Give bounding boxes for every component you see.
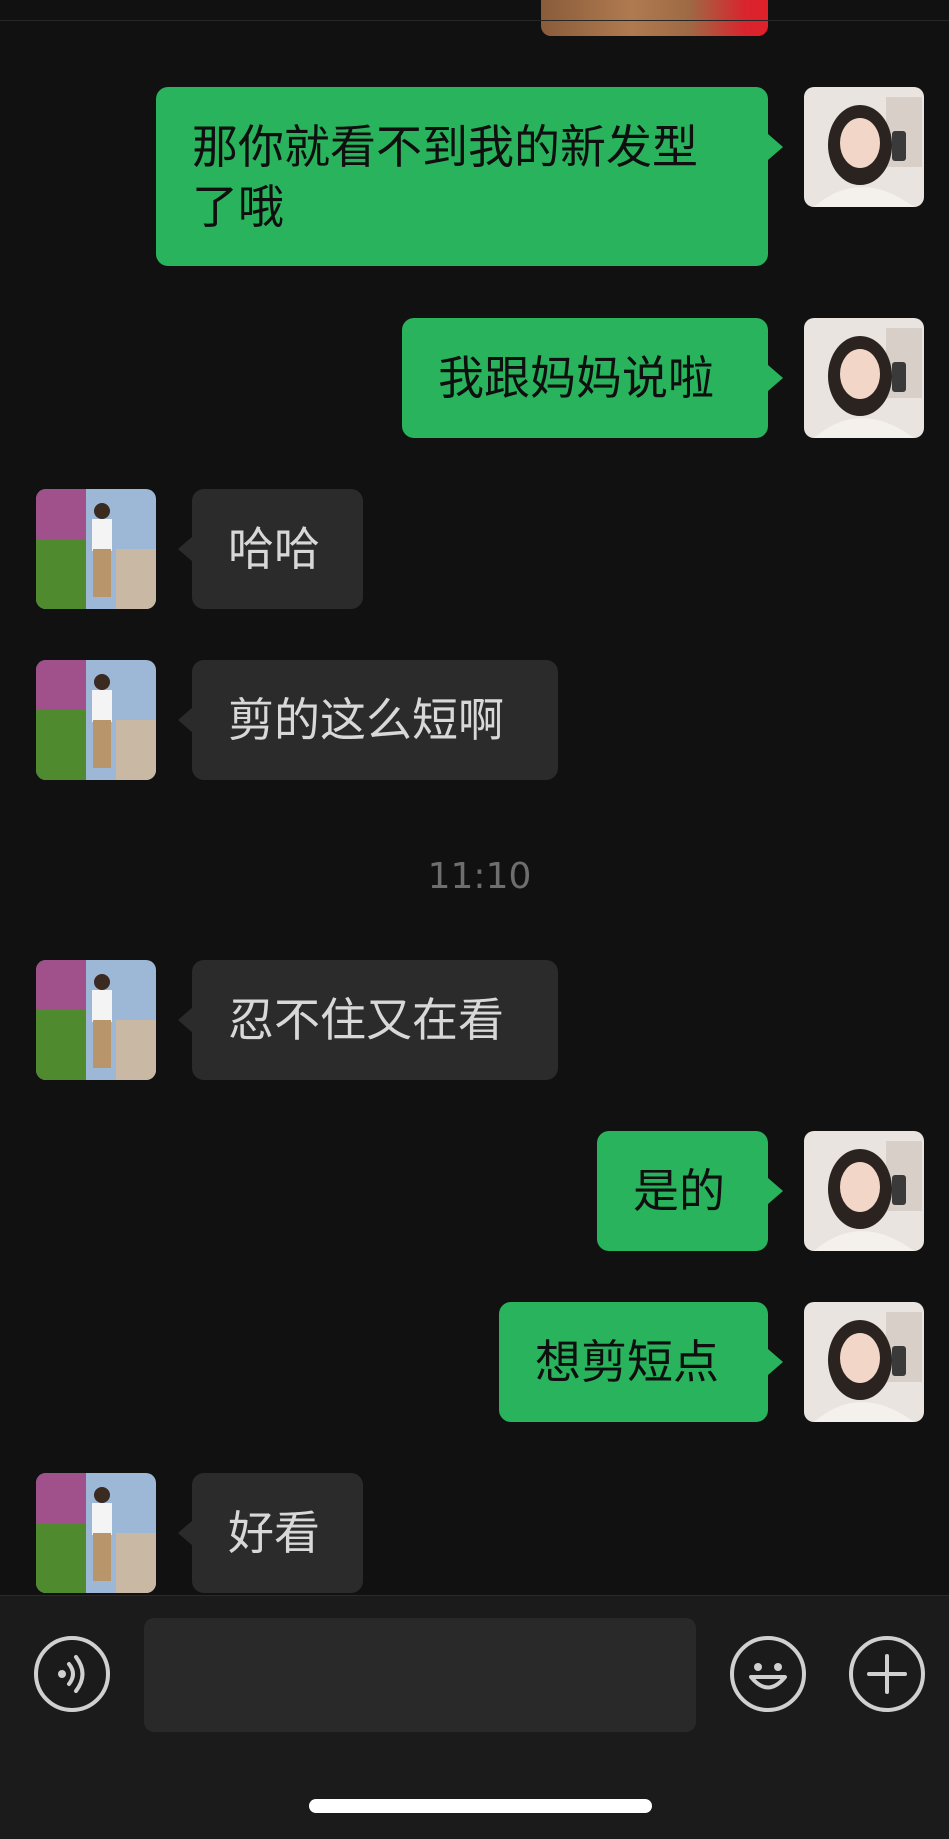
timestamp: 11:10 bbox=[427, 856, 532, 897]
contact-avatar[interactable] bbox=[36, 489, 156, 609]
message-text: 好看 bbox=[228, 1506, 320, 1560]
message-bubble-outgoing[interactable]: 我跟妈妈说啦 bbox=[402, 318, 768, 438]
contact-avatar[interactable] bbox=[36, 1473, 156, 1593]
home-indicator[interactable] bbox=[309, 1799, 652, 1813]
divider bbox=[0, 20, 949, 21]
bubble-tail bbox=[178, 1520, 193, 1546]
message-text: 哈哈 bbox=[228, 522, 320, 576]
message-text: 剪的这么短啊 bbox=[228, 693, 504, 747]
message-bubble-outgoing[interactable]: 是的 bbox=[597, 1131, 768, 1251]
bubble-tail bbox=[178, 707, 193, 733]
bubble-tail bbox=[768, 1178, 783, 1204]
message-text: 那你就看不到我的新发型 了哦 bbox=[192, 120, 698, 234]
plus-icon[interactable] bbox=[849, 1636, 925, 1712]
bubble-tail bbox=[768, 1349, 783, 1375]
message-bubble-outgoing[interactable]: 那你就看不到我的新发型 了哦 bbox=[156, 87, 768, 266]
message-text: 想剪短点 bbox=[535, 1335, 719, 1389]
message-input[interactable] bbox=[144, 1618, 696, 1732]
bubble-tail bbox=[768, 365, 783, 391]
chat-area[interactable]: 那你就看不到我的新发型 了哦 我跟妈妈说啦 哈哈 剪的这么短啊 11:10 忍不… bbox=[0, 0, 949, 1595]
contact-avatar[interactable] bbox=[36, 960, 156, 1080]
message-bubble-incoming[interactable]: 忍不住又在看 bbox=[192, 960, 558, 1080]
voice-icon[interactable] bbox=[34, 1636, 110, 1712]
bubble-tail bbox=[178, 1007, 193, 1033]
message-text: 我跟妈妈说啦 bbox=[438, 351, 714, 405]
my-avatar[interactable] bbox=[804, 318, 924, 438]
input-bar bbox=[0, 1595, 949, 1839]
contact-avatar[interactable] bbox=[36, 660, 156, 780]
message-bubble-outgoing[interactable]: 想剪短点 bbox=[499, 1302, 768, 1422]
message-bubble-incoming[interactable]: 好看 bbox=[192, 1473, 363, 1593]
bubble-tail bbox=[768, 134, 783, 160]
message-text: 忍不住又在看 bbox=[228, 993, 504, 1047]
message-text: 是的 bbox=[633, 1164, 725, 1218]
emoji-icon[interactable] bbox=[730, 1636, 806, 1712]
my-avatar[interactable] bbox=[804, 87, 924, 207]
bubble-tail bbox=[178, 536, 193, 562]
message-bubble-incoming[interactable]: 剪的这么短啊 bbox=[192, 660, 558, 780]
my-avatar[interactable] bbox=[804, 1302, 924, 1422]
image-message-partial[interactable] bbox=[541, 0, 768, 36]
my-avatar[interactable] bbox=[804, 1131, 924, 1251]
message-bubble-incoming[interactable]: 哈哈 bbox=[192, 489, 363, 609]
